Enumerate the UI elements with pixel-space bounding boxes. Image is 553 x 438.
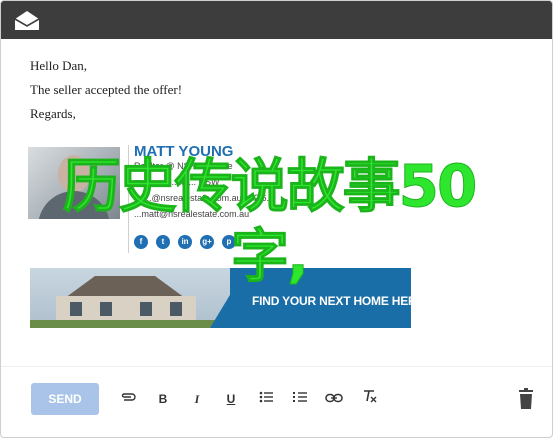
clear-format-icon[interactable] xyxy=(359,389,379,409)
underline-icon[interactable]: U xyxy=(221,389,241,409)
email-body-line: The seller accepted the offer! xyxy=(30,82,183,97)
banner-cta: FIND YOUR NEXT HOME HERE xyxy=(252,294,411,308)
email-compose-window: Hello Dan, The seller accepted the offer… xyxy=(0,0,553,438)
title-bar xyxy=(1,1,552,39)
email-greeting: Hello Dan, xyxy=(30,58,88,73)
link-icon[interactable] xyxy=(324,389,344,409)
trash-icon[interactable] xyxy=(516,388,536,410)
bold-icon[interactable]: B xyxy=(153,389,173,409)
numbered-list-icon[interactable] xyxy=(290,389,310,409)
italic-icon[interactable]: I xyxy=(187,389,207,409)
paperclip-icon[interactable] xyxy=(118,389,138,409)
envelope-icon xyxy=(14,11,40,30)
bulleted-list-icon[interactable] xyxy=(256,389,276,409)
toolbar-divider xyxy=(1,366,552,367)
overlay-watermark-text: 历史传说故事50字, xyxy=(62,152,478,291)
send-button[interactable]: SEND xyxy=(31,383,99,415)
email-closing: Regards, xyxy=(30,106,76,121)
